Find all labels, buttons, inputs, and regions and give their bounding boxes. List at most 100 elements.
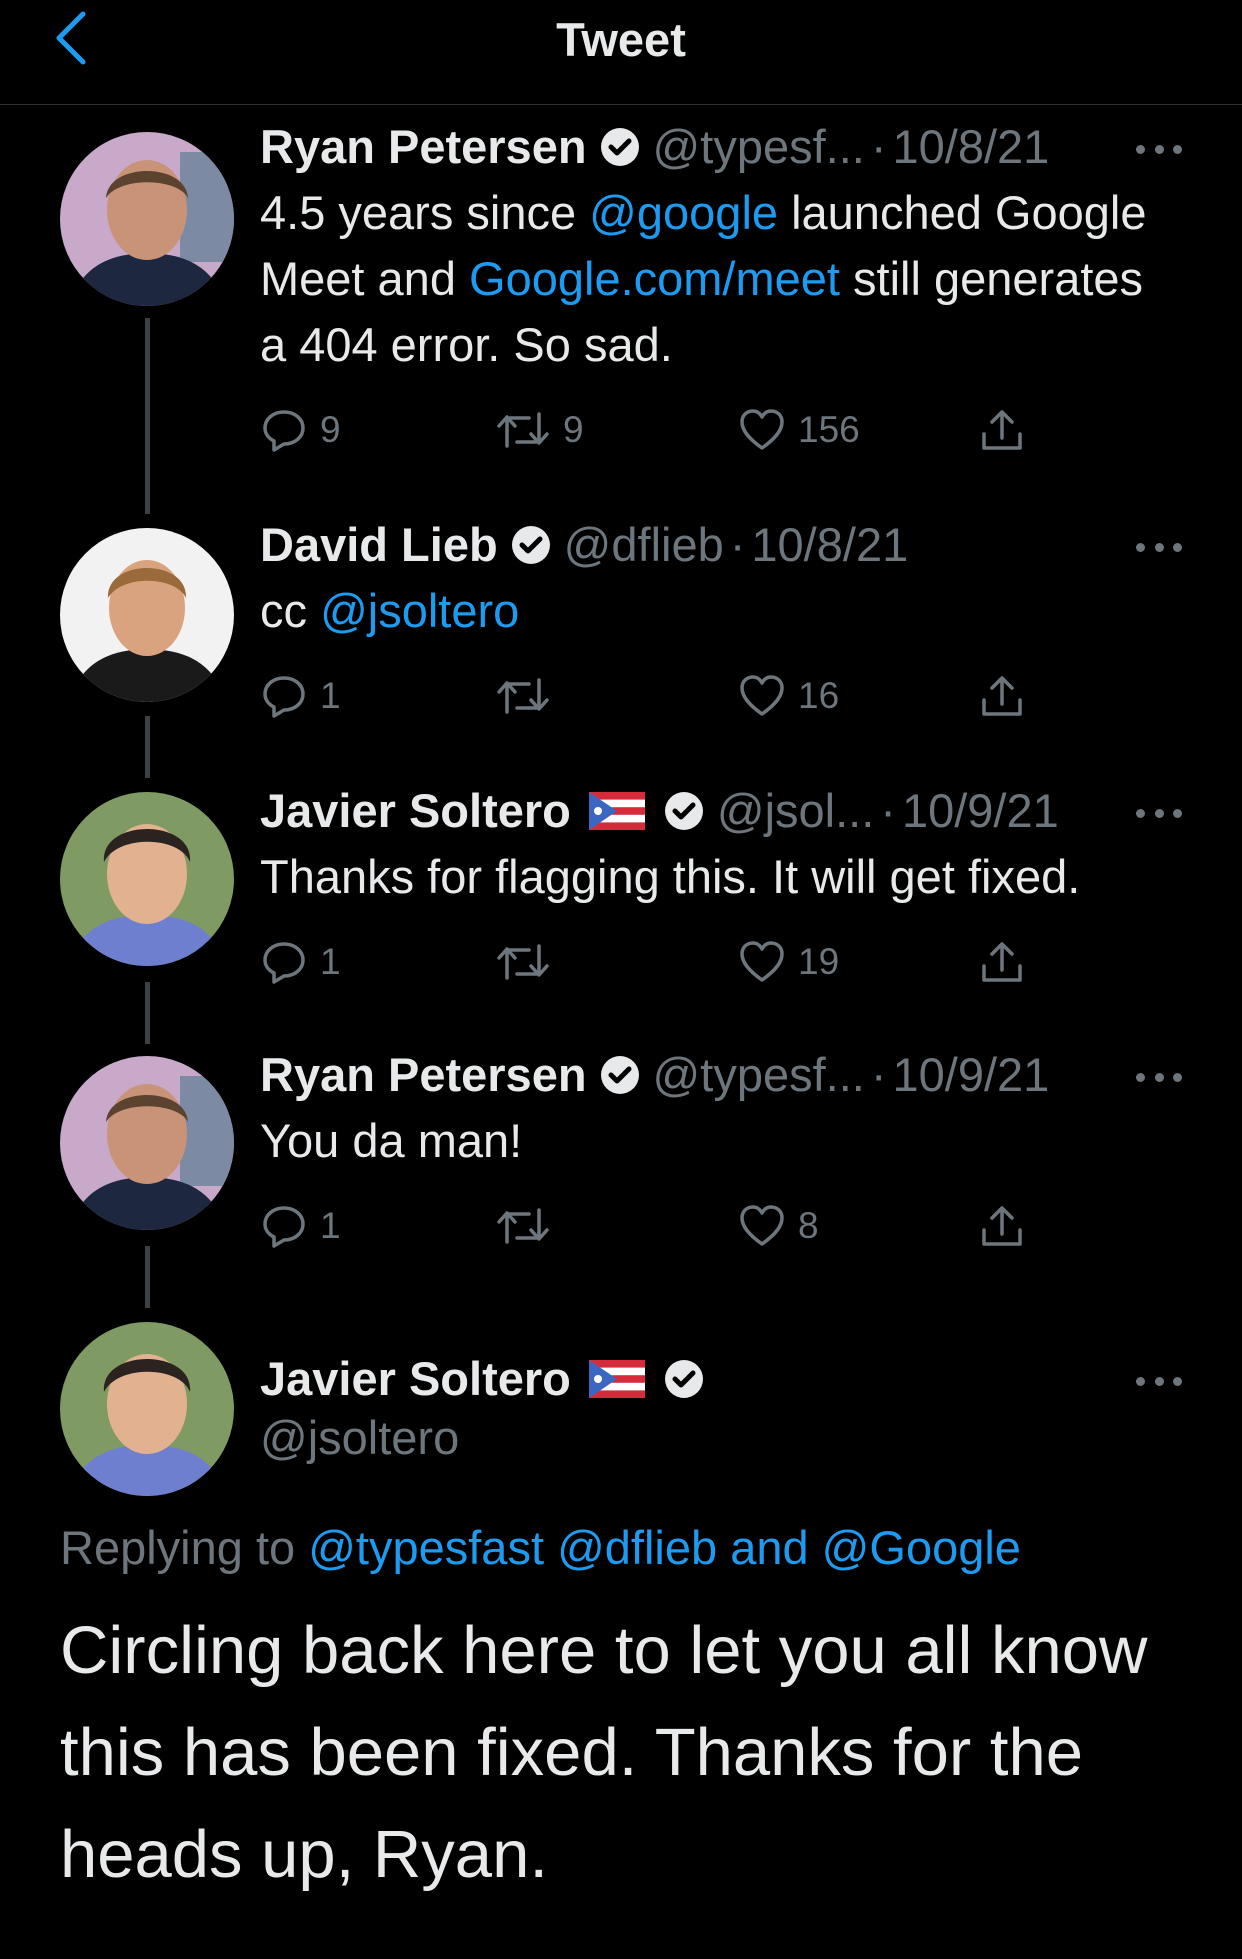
author-name[interactable]: Ryan Petersen <box>260 118 587 176</box>
reply-icon <box>263 676 305 718</box>
tweet-date[interactable]: 10/8/21 <box>892 118 1049 176</box>
reply-button[interactable]: 1 <box>260 1196 341 1256</box>
heart-icon <box>740 941 784 982</box>
author-name[interactable]: David Lieb <box>260 516 498 574</box>
retweet-button[interactable] <box>495 1196 563 1256</box>
reply-count: 1 <box>320 941 341 982</box>
heart-icon <box>740 675 784 716</box>
avatar[interactable] <box>60 1322 234 1496</box>
main-tweet-text: Circling back here to let you all know t… <box>60 1613 1148 1892</box>
share-button[interactable] <box>978 400 1026 460</box>
share-button[interactable] <box>978 1196 1026 1256</box>
tweet-text: cc @jsoltero <box>260 584 520 637</box>
dot-icon <box>1173 144 1182 154</box>
share-button[interactable] <box>978 666 1026 726</box>
dot-icon <box>1154 1072 1164 1082</box>
like-count: 19 <box>798 941 840 982</box>
thread-line <box>145 1246 150 1308</box>
tweet-header: Javier Soltero <box>260 1350 705 1408</box>
more-options-button[interactable] <box>1136 142 1182 156</box>
heart-icon <box>740 409 784 450</box>
reply-icon <box>263 942 305 984</box>
retweet-icon <box>497 1208 549 1244</box>
author-handle[interactable]: @typesf... <box>653 118 865 176</box>
mention-link[interactable]: @google <box>589 186 778 239</box>
more-options-button[interactable] <box>1136 1070 1182 1084</box>
share-button[interactable] <box>978 932 1026 992</box>
author-handle[interactable]: @jsoltero <box>260 1410 459 1465</box>
tweet-actions: 9 9 156 <box>260 400 1182 470</box>
dot-icon <box>1173 808 1182 818</box>
avatar[interactable] <box>60 132 234 306</box>
separator-dot: · <box>870 120 887 173</box>
tweet-date[interactable]: 10/9/21 <box>902 782 1059 840</box>
dot-icon <box>1154 808 1164 818</box>
share-icon <box>982 410 1022 450</box>
retweet-icon <box>497 412 549 448</box>
dot-icon <box>1173 1072 1182 1082</box>
separator-dot: · <box>729 518 746 571</box>
reply-button[interactable]: 9 <box>260 400 341 460</box>
verified-badge-icon <box>663 1358 705 1400</box>
url-link[interactable]: Google.com/meet <box>469 252 840 305</box>
tweet-header: Ryan Petersen @typesf... · 10/8/21 <box>260 118 1182 176</box>
dot-icon <box>1136 144 1145 154</box>
retweet-button[interactable]: 9 <box>495 400 584 460</box>
tweet-text: You da man! <box>260 1114 523 1167</box>
avatar[interactable] <box>60 792 234 966</box>
tweet-date[interactable]: 10/8/21 <box>751 516 908 574</box>
dot-icon <box>1154 144 1164 154</box>
author-handle[interactable]: @jsol... <box>717 782 874 840</box>
dot-icon <box>1154 542 1164 552</box>
verified-badge-icon <box>510 524 552 566</box>
tweet-text: Thanks for flagging this. It will get fi… <box>260 850 1081 903</box>
thread-line <box>145 716 150 778</box>
retweet-button[interactable] <box>495 666 563 726</box>
replying-to-links[interactable]: @typesfast @dflieb and @Google <box>308 1521 1021 1574</box>
share-icon <box>982 676 1022 716</box>
dot-icon <box>1173 542 1182 552</box>
verified-badge-icon <box>599 126 641 168</box>
author-name[interactable]: Javier Soltero <box>260 1350 571 1408</box>
heart-icon <box>740 1205 784 1246</box>
more-options-button[interactable] <box>1136 806 1182 820</box>
retweet-count: 9 <box>563 409 584 450</box>
like-button[interactable]: 156 <box>738 400 860 460</box>
avatar[interactable] <box>60 528 234 702</box>
author-name[interactable]: Javier Soltero <box>260 782 571 840</box>
replying-to: Replying to @typesfast @dflieb and @Goog… <box>60 1521 1021 1574</box>
author-handle[interactable]: @dflieb <box>564 516 724 574</box>
like-count: 16 <box>798 675 840 716</box>
tweet-header: Ryan Petersen @typesf... · 10/9/21 <box>260 1046 1182 1104</box>
more-options-button[interactable] <box>1136 540 1182 554</box>
like-button[interactable]: 16 <box>738 666 839 726</box>
like-count: 8 <box>798 1205 819 1246</box>
reply-button[interactable]: 1 <box>260 932 341 992</box>
tweet-actions: 1 19 <box>260 932 1182 1002</box>
thread-line <box>145 982 150 1044</box>
like-button[interactable]: 8 <box>738 1196 819 1256</box>
dot-icon <box>1173 1376 1182 1386</box>
reply-icon <box>263 410 305 452</box>
reply-button[interactable]: 1 <box>260 666 341 726</box>
author-handle[interactable]: @typesf... <box>653 1046 865 1104</box>
like-button[interactable]: 19 <box>738 932 839 992</box>
mention-link[interactable]: @jsoltero <box>320 584 519 637</box>
verified-badge-icon <box>599 1054 641 1096</box>
avatar[interactable] <box>60 1056 234 1230</box>
dot-icon <box>1136 1072 1145 1082</box>
retweet-button[interactable] <box>495 932 563 992</box>
tweet-date[interactable]: 10/9/21 <box>892 1046 1049 1104</box>
retweet-icon <box>497 678 549 714</box>
author-name[interactable]: Ryan Petersen <box>260 1046 587 1104</box>
reply-count: 1 <box>320 1205 341 1246</box>
page-title: Tweet <box>556 13 686 66</box>
reply-count: 9 <box>320 409 341 450</box>
tweet-header: David Lieb @dflieb · 10/8/21 <box>260 516 1182 574</box>
more-options-button[interactable] <box>1136 1374 1182 1388</box>
reply-icon <box>263 1206 305 1248</box>
dot-icon <box>1154 1376 1164 1386</box>
dot-icon <box>1136 542 1145 552</box>
share-icon <box>982 1206 1022 1246</box>
separator-dot: · <box>870 1048 887 1101</box>
